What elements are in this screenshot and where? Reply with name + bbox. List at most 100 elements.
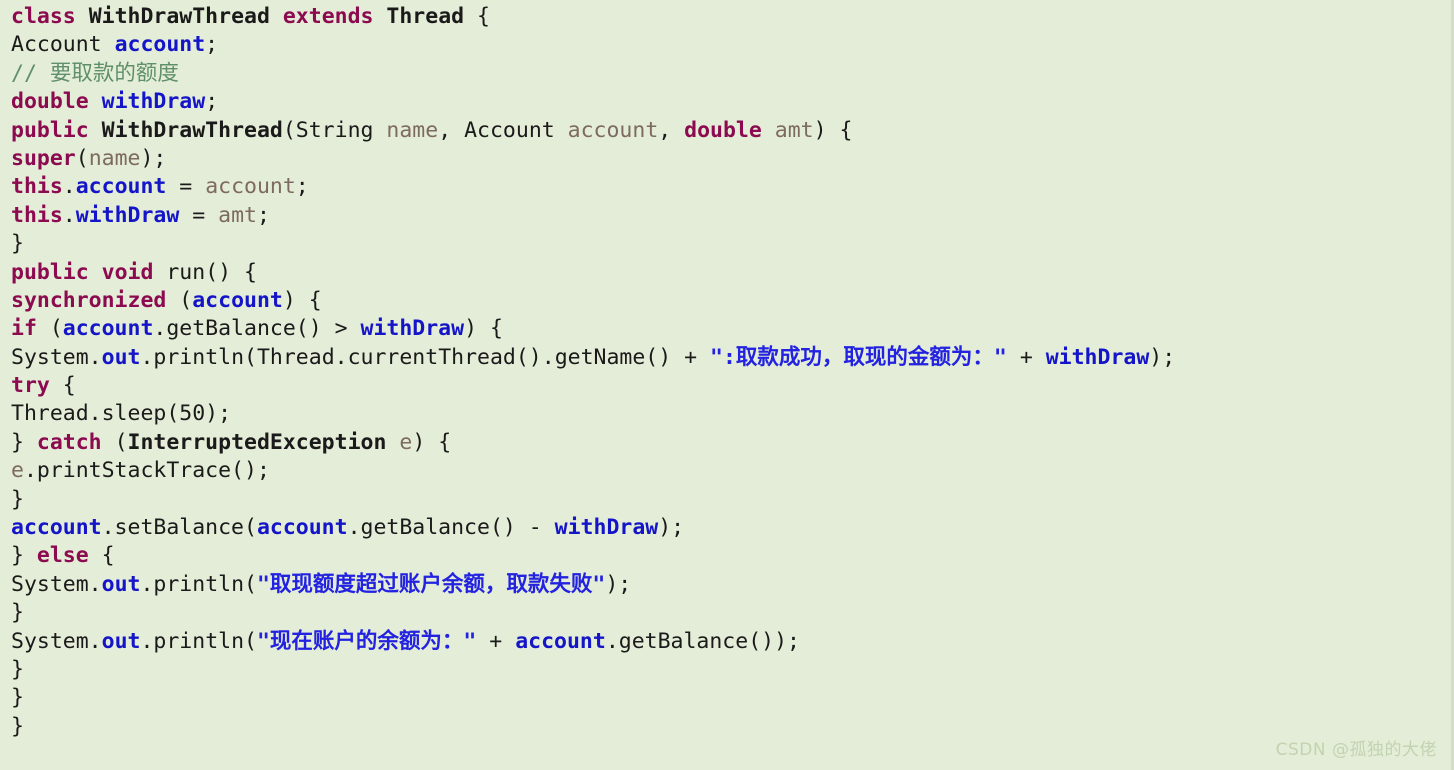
- code-token: e: [399, 429, 413, 455]
- code-token: String: [295, 117, 374, 143]
- code-token: +: [476, 628, 516, 654]
- code-line: Account account;: [11, 31, 1451, 59]
- code-token: );: [658, 515, 685, 541]
- code-token: catch: [36, 429, 102, 455]
- code-token: {: [464, 4, 490, 29]
- code-token: ;: [256, 202, 270, 228]
- code-token: "现在账户的余额为：": [256, 628, 477, 654]
- code-token: .println(: [140, 571, 257, 597]
- code-token: out: [101, 571, 141, 597]
- code-token: ) {: [464, 316, 503, 342]
- code-token: double: [11, 89, 89, 115]
- code-token: () {: [205, 259, 257, 285]
- code-token: ,: [658, 117, 685, 143]
- code-token: out: [101, 344, 141, 370]
- code-line: System.out.println(Thread.currentThread(…: [11, 344, 1451, 372]
- code-token: InterruptedException: [127, 429, 387, 455]
- code-token: double: [684, 117, 762, 143]
- csdn-watermark: CSDN @孤独的大佬: [1275, 740, 1437, 760]
- code-token: ) {: [813, 117, 853, 143]
- code-token: .currentThread().getName() +: [334, 344, 711, 370]
- code-token: account: [75, 174, 167, 200]
- code-token: ) {: [282, 287, 322, 313]
- code-token: ;: [205, 32, 219, 58]
- code-line: this.account = account;: [11, 173, 1451, 201]
- code-token: }: [11, 486, 24, 512]
- code-token: withDraw: [554, 515, 659, 541]
- code-line: class WithDrawThread extends Thread {: [11, 3, 1451, 31]
- code-token: (: [101, 429, 128, 455]
- code-token: withDraw: [1045, 344, 1150, 370]
- code-token: );: [605, 571, 632, 597]
- code-token: this: [11, 174, 63, 200]
- code-token: .getBalance());: [605, 628, 800, 654]
- code-token: account: [11, 515, 102, 541]
- code-token: ,: [438, 117, 465, 143]
- code-line: e.printStackTrace();: [11, 457, 1451, 485]
- code-line: // 要取款的额度: [11, 60, 1451, 88]
- code-token: account: [515, 628, 606, 654]
- code-token: Account: [464, 117, 555, 143]
- code-token: .sleep(: [88, 401, 180, 427]
- code-token: ;: [205, 89, 219, 115]
- code-token: }: [11, 429, 37, 455]
- code-line: } catch (InterruptedException e) {: [11, 429, 1451, 457]
- code-token: // 要取款的额度: [11, 60, 179, 86]
- code-token: );: [205, 401, 232, 427]
- code-token: {: [88, 543, 115, 569]
- code-token: name: [386, 117, 439, 143]
- code-token: +: [1006, 344, 1046, 370]
- code-token: (: [36, 316, 63, 342]
- code-token: this: [11, 202, 63, 228]
- code-editor-surface: class WithDrawThread extends Thread {Acc…: [0, 0, 1454, 770]
- code-token: .println(: [140, 344, 257, 370]
- code-token: WithDrawThread: [88, 4, 270, 29]
- code-line: this.withDraw = amt;: [11, 202, 1451, 230]
- code-token: .println(: [140, 628, 257, 654]
- code-token: =: [166, 174, 206, 200]
- code-token: Thread: [386, 4, 465, 29]
- code-token: public: [11, 117, 89, 143]
- code-token: account: [567, 117, 659, 143]
- code-token: account: [256, 515, 348, 541]
- code-token: name: [88, 145, 141, 171]
- code-token: .: [88, 628, 102, 654]
- code-token: .getBalance() -: [347, 515, 555, 541]
- code-token: ":取款成功，取现的金额为：": [710, 344, 1007, 370]
- code-listing[interactable]: class WithDrawThread extends Thread {Acc…: [11, 3, 1451, 741]
- code-token: try: [11, 373, 50, 399]
- code-line: public WithDrawThread(String name, Accou…: [11, 117, 1451, 145]
- code-token: =: [179, 202, 219, 228]
- code-token: Account: [11, 32, 102, 58]
- code-token: synchronized: [11, 287, 167, 313]
- code-token: out: [101, 628, 141, 654]
- code-token: }: [11, 685, 24, 711]
- code-token: withDraw: [101, 89, 206, 115]
- code-token: );: [1149, 344, 1176, 370]
- code-line: Thread.sleep(50);: [11, 400, 1451, 428]
- code-line: synchronized (account) {: [11, 287, 1451, 315]
- code-token: .: [88, 344, 102, 370]
- code-token: .setBalance(: [101, 515, 257, 541]
- code-token: Thread: [256, 344, 335, 370]
- code-token: System: [11, 628, 89, 654]
- code-token: run: [166, 259, 206, 285]
- code-line: public void run() {: [11, 259, 1451, 287]
- code-token: }: [11, 543, 37, 569]
- code-token: ) {: [412, 429, 452, 455]
- code-token: .printStackTrace();: [23, 458, 270, 484]
- code-line: }: [11, 656, 1451, 684]
- code-line: }: [11, 713, 1451, 741]
- code-token: );: [140, 145, 167, 171]
